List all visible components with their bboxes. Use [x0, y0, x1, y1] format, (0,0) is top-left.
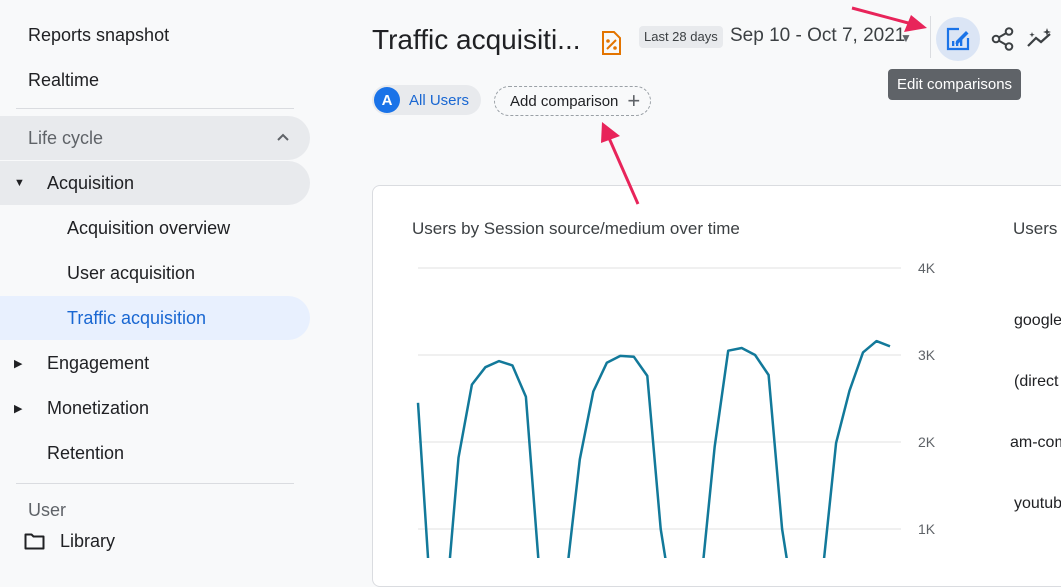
- add-comparison-button[interactable]: Add comparison +: [494, 86, 652, 116]
- insights-button[interactable]: [1025, 17, 1061, 61]
- divider: [16, 483, 294, 484]
- section-label: User: [28, 500, 67, 516]
- tooltip-edit-comparisons: Edit comparisons: [888, 69, 1022, 100]
- main-content: Traffic acquisiti... Last 28 days Sep 10…: [318, 0, 1061, 587]
- sidebar-item-library[interactable]: Library: [0, 520, 318, 557]
- sidebar-item-label: Traffic acquisition: [67, 307, 207, 328]
- sidebar-item-retention[interactable]: Retention: [0, 431, 124, 475]
- share-icon: [991, 27, 1014, 51]
- sidebar-item-monetization[interactable]: ▶ Monetization: [0, 386, 149, 430]
- caret-down-icon[interactable]: ▼: [900, 31, 912, 45]
- sidebar-item-label: User acquisition: [67, 262, 196, 283]
- add-comparison-label: Add comparison: [510, 92, 619, 110]
- source-label: am-com: [1010, 434, 1061, 451]
- source-label: (direct: [1014, 373, 1059, 390]
- edit-comparisons-button[interactable]: [936, 17, 980, 61]
- caret-right-icon: ▶: [14, 402, 23, 415]
- segment-label: All Users: [409, 91, 470, 109]
- edit-comparison-icon: [946, 27, 970, 51]
- sidebar: Reports snapshot Realtime Life cycle ▼ A…: [0, 0, 318, 557]
- share-button[interactable]: [981, 17, 1025, 61]
- section-user[interactable]: User: [0, 500, 66, 516]
- side-table-title: Users: [1013, 219, 1058, 238]
- section-label: Life cycle: [28, 127, 104, 148]
- sidebar-item-label: Monetization: [47, 397, 150, 418]
- sidebar-item-traffic-acquisition[interactable]: Traffic acquisition: [0, 296, 310, 340]
- caret-down-icon: ▼: [14, 177, 25, 189]
- sidebar-item-label: Reports snapshot: [28, 24, 170, 45]
- y-tick-label: 1K: [918, 521, 936, 537]
- sidebar-item-reports-snapshot[interactable]: Reports snapshot: [0, 13, 169, 57]
- chart-card: Users by Session source/medium over time…: [372, 185, 1061, 587]
- sidebar-item-label: Retention: [47, 442, 125, 463]
- sidebar-item-acquisition[interactable]: ▼ Acquisition: [0, 161, 310, 205]
- sidebar-item-label: Acquisition overview: [67, 217, 231, 238]
- sidebar-item-label: Acquisition: [47, 172, 135, 193]
- sidebar-item-label: Engagement: [47, 352, 150, 373]
- sidebar-item-label: Library: [60, 530, 116, 551]
- segment-badge: A: [374, 87, 400, 113]
- chevron-up-icon: [277, 133, 289, 141]
- divider: [16, 108, 294, 109]
- sidebar-item-realtime[interactable]: Realtime: [0, 58, 99, 102]
- series-line[interactable]: [416, 339, 891, 558]
- toolbar-divider: [930, 16, 931, 58]
- y-tick-label: 4K: [918, 260, 936, 276]
- section-lifecycle[interactable]: Life cycle: [0, 116, 310, 160]
- page-title: Traffic acquisiti...: [372, 24, 581, 55]
- sidebar-item-engagement[interactable]: ▶ Engagement: [0, 341, 149, 385]
- sidebar-item-acquisition-overview[interactable]: Acquisition overview: [0, 206, 230, 250]
- line-chart[interactable]: 4K 3K 2K 1K: [373, 186, 993, 558]
- date-range[interactable]: Sep 10 - Oct 7, 2021: [730, 25, 905, 47]
- source-label: youtub: [1014, 495, 1061, 512]
- orange-percent-icon[interactable]: [600, 31, 622, 55]
- y-tick-label: 3K: [918, 347, 936, 363]
- date-preset-chip[interactable]: Last 28 days: [639, 26, 723, 48]
- plus-icon: +: [627, 88, 641, 113]
- sparkline-insights-icon: [1027, 28, 1051, 47]
- source-label: google: [1014, 312, 1061, 329]
- caret-right-icon: ▶: [14, 357, 23, 370]
- sidebar-item-label: Realtime: [28, 69, 100, 90]
- sidebar-item-user-acquisition[interactable]: User acquisition: [0, 251, 195, 295]
- folder-icon: [24, 533, 45, 550]
- y-tick-label: 2K: [918, 434, 936, 450]
- segment-chip-all-users[interactable]: A All Users: [372, 85, 482, 115]
